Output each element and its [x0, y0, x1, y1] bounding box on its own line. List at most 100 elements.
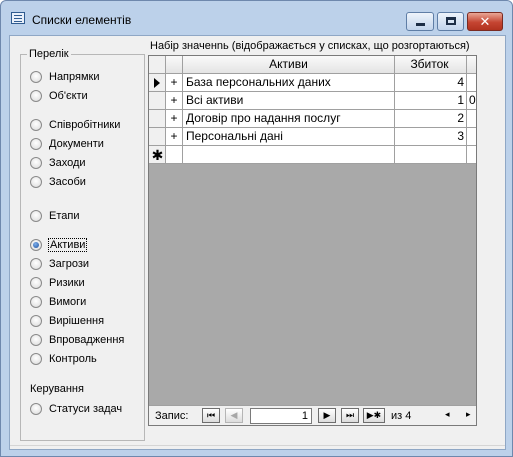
cell-loss[interactable]	[395, 146, 467, 164]
record-selector[interactable]	[149, 110, 166, 128]
radio-label: Активи	[48, 238, 88, 252]
radio-label: Загрози	[49, 258, 90, 270]
new-record-row[interactable]: ✱	[149, 146, 476, 164]
title-bar[interactable]: Списки елементів ✕	[1, 1, 512, 35]
expand-toggle[interactable]: +	[166, 128, 183, 146]
radio-icon[interactable]	[30, 403, 42, 415]
current-record-input[interactable]: 1	[250, 408, 312, 424]
scroll-right-icon[interactable]: ▸	[466, 409, 471, 420]
radio-icon[interactable]	[30, 157, 42, 169]
radio-zakhody[interactable]: Заходи	[30, 156, 86, 170]
new-record-icon: ✱	[151, 147, 164, 163]
option-group-title: Перелік	[27, 48, 71, 60]
cell-co[interactable]: 00	[467, 92, 476, 110]
radio-icon[interactable]	[30, 138, 42, 150]
window: Списки елементів ✕ Перелік Напрямки Об'є…	[0, 0, 513, 457]
close-button[interactable]: ✕	[467, 12, 503, 31]
radio-label: Документи	[49, 138, 104, 150]
cell-name[interactable]: Всі активи	[183, 92, 395, 110]
cell-loss[interactable]: 2	[395, 110, 467, 128]
record-selector[interactable]	[149, 92, 166, 110]
maximize-button[interactable]	[437, 12, 464, 31]
radio-label: Етапи	[49, 210, 80, 222]
scroll-left-icon[interactable]: ◂	[445, 409, 450, 420]
radio-label: Об'єкти	[49, 90, 88, 102]
record-selector[interactable]	[149, 74, 166, 92]
expand-toggle	[166, 146, 183, 164]
record-navigation-bar: Запис: ⏮ ◀ 1 ▶ ⏭ ▶✱ из 4 ◂ ▸	[149, 405, 476, 425]
radio-ryzyky[interactable]: Ризики	[30, 276, 85, 290]
radio-icon[interactable]	[30, 119, 42, 131]
radio-obiekty[interactable]: Об'єкти	[30, 89, 88, 103]
last-record-button[interactable]: ⏭	[341, 408, 359, 423]
minimize-button[interactable]	[406, 12, 434, 31]
radio-icon[interactable]	[30, 353, 42, 365]
radio-icon[interactable]	[30, 334, 42, 346]
close-icon: ✕	[479, 14, 491, 29]
expand-toggle[interactable]: +	[166, 92, 183, 110]
table-row[interactable]: + Всі активи 1 00	[149, 92, 476, 110]
radio-label: Вирішення	[49, 315, 105, 327]
cell-co[interactable]	[467, 74, 476, 92]
radio-icon[interactable]	[30, 315, 42, 327]
next-record-button[interactable]: ▶	[318, 408, 336, 423]
radio-statusy-zadach[interactable]: Статуси задач	[30, 402, 122, 416]
column-header-zbytok[interactable]: Збиток	[395, 56, 467, 74]
table-row[interactable]: + База персональних даних 4	[149, 74, 476, 92]
radio-icon[interactable]	[30, 71, 42, 83]
cell-loss[interactable]: 4	[395, 74, 467, 92]
table-row[interactable]: + Договір про надання послуг 2	[149, 110, 476, 128]
radio-icon[interactable]	[30, 296, 42, 308]
minimize-icon	[416, 23, 425, 26]
previous-record-button[interactable]: ◀	[225, 408, 243, 423]
radio-spivrobitnyky[interactable]: Співробітники	[30, 118, 120, 132]
radio-label: Заходи	[49, 157, 86, 169]
cell-name[interactable]: Договір про надання послуг	[183, 110, 395, 128]
radio-vprovadzhennia[interactable]: Впровадження	[30, 333, 124, 347]
first-record-button[interactable]: ⏮	[202, 408, 220, 423]
radio-icon[interactable]	[30, 176, 42, 188]
record-selector[interactable]	[149, 128, 166, 146]
select-all-corner[interactable]	[149, 56, 166, 74]
radio-label: Вимоги	[49, 296, 87, 308]
table-row[interactable]: + Персональні дані 3	[149, 128, 476, 146]
radio-icon[interactable]	[30, 90, 42, 102]
cell-loss[interactable]: 3	[395, 128, 467, 146]
subform-caption: Набір значенnь (відображається у списках…	[150, 40, 470, 52]
radio-label: Статуси задач	[49, 403, 123, 415]
list-option-group: Перелік Напрямки Об'єкти Співробітники Д…	[20, 48, 145, 441]
radio-label: Ризики	[49, 277, 85, 289]
radio-etapy[interactable]: Етапи	[30, 209, 79, 223]
radio-icon[interactable]	[30, 210, 42, 222]
expand-header	[166, 56, 183, 74]
radio-vymohy[interactable]: Вимоги	[30, 295, 86, 309]
radio-zasoby[interactable]: Засоби	[30, 175, 86, 189]
expand-toggle[interactable]: +	[166, 110, 183, 128]
maximize-icon	[446, 17, 456, 25]
cell-loss[interactable]: 1	[395, 92, 467, 110]
radio-label: Напрямки	[49, 71, 100, 83]
column-header-aktyvy[interactable]: Активи	[183, 56, 395, 74]
column-header-ko[interactable]: Ко	[467, 56, 476, 74]
radio-zahrozy[interactable]: Загрози	[30, 257, 89, 271]
radio-label: Співробітники	[49, 119, 121, 131]
radio-label: Засоби	[49, 176, 86, 188]
radio-aktyvy[interactable]: Активи	[30, 238, 88, 252]
radio-vyrishennia[interactable]: Вирішення	[30, 314, 104, 328]
cell-co[interactable]	[467, 128, 476, 146]
cell-co[interactable]	[467, 146, 476, 164]
radio-selected-icon[interactable]	[30, 239, 42, 251]
values-datasheet: Активи Збиток Ко + База персональних дан…	[148, 55, 477, 426]
cell-name[interactable]	[183, 146, 395, 164]
radio-kontrol[interactable]: Контроль	[30, 352, 97, 366]
new-record-selector[interactable]: ✱	[149, 146, 166, 164]
radio-dokumenty[interactable]: Документи	[30, 137, 104, 151]
expand-toggle[interactable]: +	[166, 74, 183, 92]
cell-name[interactable]: Персональні дані	[183, 128, 395, 146]
radio-napriamky[interactable]: Напрямки	[30, 70, 100, 84]
radio-icon[interactable]	[30, 277, 42, 289]
cell-co[interactable]	[467, 110, 476, 128]
cell-name[interactable]: База персональних даних	[183, 74, 395, 92]
radio-icon[interactable]	[30, 258, 42, 270]
new-record-button[interactable]: ▶✱	[363, 408, 385, 423]
